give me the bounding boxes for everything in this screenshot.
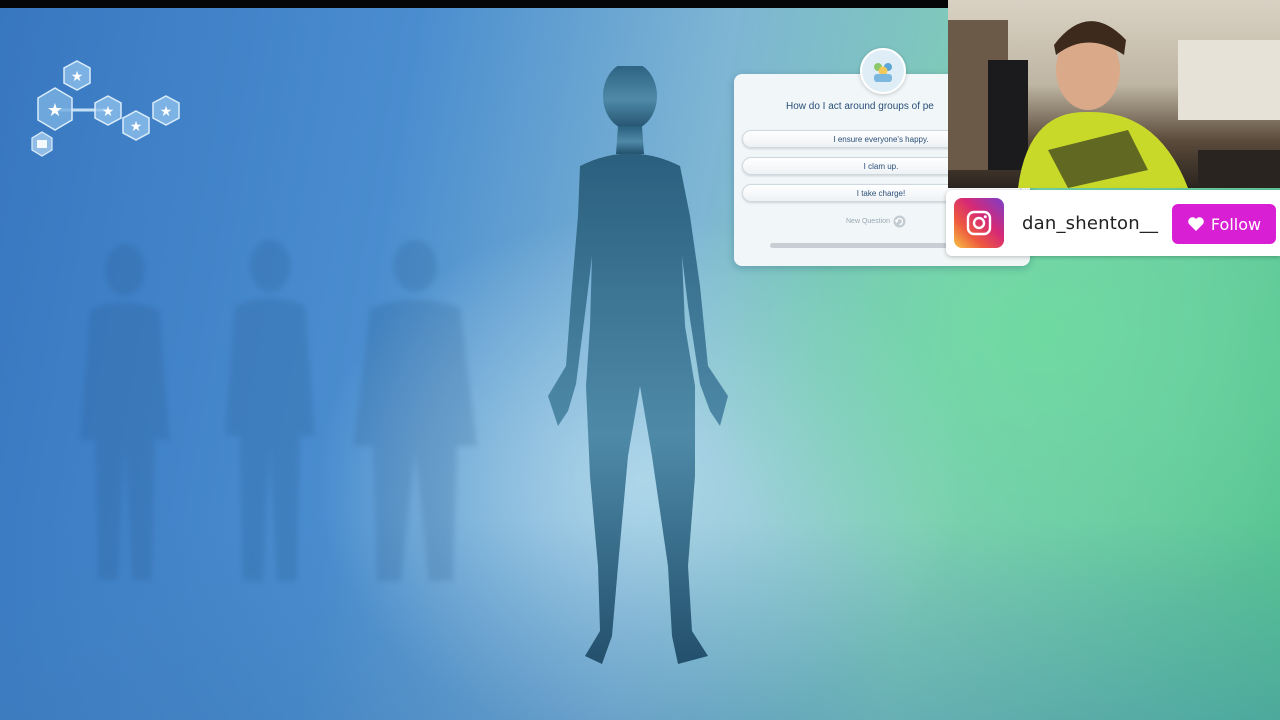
sim-silhouette[interactable]: [540, 66, 740, 668]
new-question-label: New Question: [846, 217, 890, 225]
webcam-feed: [948, 0, 1280, 188]
group-avatar-icon: [860, 48, 906, 94]
heart-icon: [1188, 217, 1204, 231]
answer-label: I ensure everyone's happy.: [833, 134, 929, 144]
svg-text:★: ★: [47, 100, 63, 120]
svg-text:★: ★: [102, 103, 115, 119]
new-question-button[interactable]: New Question: [846, 214, 906, 228]
ghost-sim-2: [225, 240, 315, 581]
ghost-sim-3: [353, 240, 477, 581]
ghost-sim-1: [80, 244, 170, 580]
answer-label: I take charge!: [856, 188, 906, 198]
question-text: How do I act around groups of pe: [786, 101, 934, 112]
svg-text:★: ★: [160, 103, 173, 119]
aspiration-hexes[interactable]: ★ ★ ★ ★ ★: [28, 58, 198, 158]
svg-text:★: ★: [130, 118, 143, 134]
follow-button[interactable]: Follow: [1172, 204, 1276, 244]
refresh-icon: [893, 215, 906, 227]
instagram-icon: [954, 198, 1004, 248]
instagram-handle: dan_shenton__: [1022, 213, 1159, 234]
svg-text:★: ★: [71, 68, 84, 84]
answer-label: I clam up.: [863, 161, 899, 171]
follow-label: Follow: [1210, 214, 1262, 234]
